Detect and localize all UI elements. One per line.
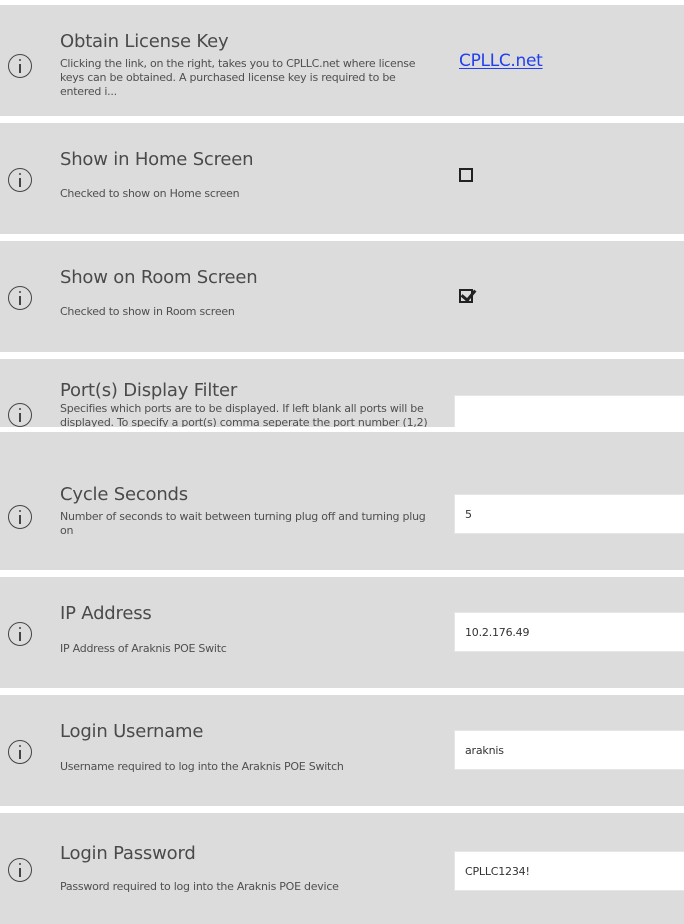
- setting-title: IP Address: [60, 603, 152, 624]
- login-username-input[interactable]: [454, 730, 684, 770]
- info-icon[interactable]: [8, 858, 32, 882]
- setting-row-login-username: Login Username Username required to log …: [0, 695, 684, 806]
- setting-row-login-password: Login Password Password required to log …: [0, 813, 684, 924]
- cycle-seconds-input[interactable]: [454, 494, 684, 534]
- setting-description: Number of seconds to wait between turnin…: [60, 510, 426, 537]
- setting-title: Login Password: [60, 843, 196, 864]
- setting-row-show-room: Show on Room Screen Checked to show in R…: [0, 241, 684, 352]
- cpllc-link[interactable]: CPLLC.net: [459, 51, 543, 71]
- info-icon[interactable]: [8, 168, 32, 192]
- setting-title: Obtain License Key: [60, 31, 229, 52]
- show-home-checkbox[interactable]: [459, 168, 473, 182]
- setting-row-license-key: Obtain License Key Clicking the link, on…: [0, 5, 684, 116]
- info-icon[interactable]: [8, 622, 32, 646]
- info-icon[interactable]: [8, 505, 32, 529]
- info-icon[interactable]: [8, 740, 32, 764]
- info-icon[interactable]: [8, 286, 32, 310]
- setting-title: Port(s) Display Filter: [60, 380, 238, 401]
- show-room-checkbox[interactable]: [459, 289, 473, 303]
- setting-description: Password required to log into the Arakni…: [60, 880, 339, 893]
- setting-row-port-filter: Port(s) Display Filter Specifies which p…: [0, 359, 684, 427]
- setting-title: Login Username: [60, 721, 204, 742]
- setting-description: Username required to log into the Arakni…: [60, 760, 344, 773]
- setting-description: Checked to show on Home screen: [60, 187, 240, 200]
- port-filter-input[interactable]: [454, 395, 684, 427]
- setting-title: Show on Room Screen: [60, 267, 258, 288]
- login-password-input[interactable]: [454, 851, 684, 891]
- setting-row-cycle-seconds: Cycle Seconds Number of seconds to wait …: [0, 432, 684, 570]
- info-icon[interactable]: [8, 54, 32, 78]
- setting-description: IP Address of Araknis POE Switc: [60, 642, 227, 655]
- setting-description: Specifies which ports are to be displaye…: [60, 402, 428, 427]
- setting-row-show-home: Show in Home Screen Checked to show on H…: [0, 123, 684, 234]
- info-icon[interactable]: [8, 403, 32, 427]
- setting-description: Checked to show in Room screen: [60, 305, 235, 318]
- setting-description: Clicking the link, on the right, takes y…: [60, 57, 416, 98]
- setting-title: Cycle Seconds: [60, 484, 188, 505]
- setting-title: Show in Home Screen: [60, 149, 254, 170]
- ip-address-input[interactable]: [454, 612, 684, 652]
- setting-row-ip-address: IP Address IP Address of Araknis POE Swi…: [0, 577, 684, 688]
